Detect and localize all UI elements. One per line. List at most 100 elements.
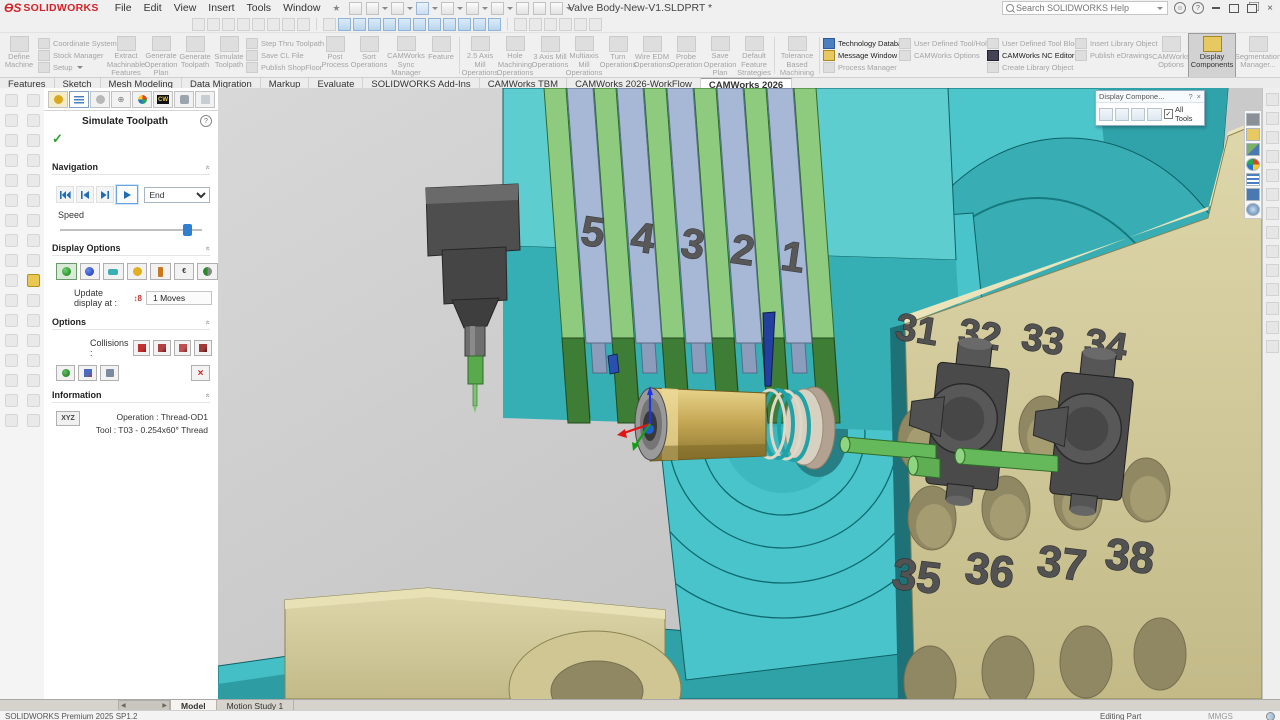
search-input[interactable] [1014, 2, 1156, 14]
menu-item[interactable]: View [168, 2, 203, 14]
stock-manager-button[interactable]: Stock Manager [38, 50, 108, 61]
display-options-section-header[interactable]: Display Options « [52, 243, 210, 256]
save-image-button[interactable] [100, 365, 119, 381]
sidebar-tool-icon[interactable] [5, 374, 18, 387]
new-document-icon[interactable] [366, 2, 379, 15]
user-defined-tool-holder-button[interactable]: User Defined Tool/Holder [899, 38, 987, 49]
simulate-toolpath-button[interactable]: Simulate Toolpath [212, 34, 246, 77]
globe-icon[interactable] [1266, 712, 1275, 720]
go-to-start-button[interactable] [56, 186, 74, 203]
sidebar-tool-icon[interactable] [5, 354, 18, 367]
generate-operation-plan-button[interactable]: Generate Operation Plan [144, 34, 178, 77]
step-forward-button[interactable] [96, 186, 114, 203]
file-properties-icon[interactable] [533, 2, 546, 15]
options-gear-icon[interactable] [550, 2, 563, 15]
xyz-button[interactable]: XYZ [56, 411, 80, 426]
minimize-button[interactable] [1210, 3, 1222, 14]
update-moves-value[interactable]: 1 Moves [146, 291, 212, 305]
view-orientation-icon[interactable] [383, 18, 396, 31]
toolbar-icon[interactable] [222, 18, 235, 31]
sidebar-tool-icon[interactable] [5, 234, 18, 247]
open-icon[interactable] [391, 2, 404, 15]
3-axis-mill-operations-button[interactable]: 3 Axis Mill Operations [533, 34, 567, 77]
task-pane-icon[interactable] [1266, 245, 1279, 258]
sidebar-tool-icon[interactable] [27, 194, 40, 207]
toolbar-icon[interactable] [514, 18, 527, 31]
task-pane-icon[interactable] [1266, 340, 1279, 353]
sidebar-tool-icon[interactable] [27, 234, 40, 247]
post-process-button[interactable]: Post Process [318, 34, 352, 77]
navigation-section-header[interactable]: Navigation « [52, 162, 210, 175]
sidebar-tool-icon[interactable] [27, 254, 40, 267]
sidebar-tool-icon[interactable] [5, 194, 18, 207]
toolbar-icon[interactable] [267, 18, 280, 31]
redo-icon[interactable] [491, 2, 504, 15]
segmentation-manager-button[interactable]: Segmentation Manager... [1235, 34, 1280, 77]
pin-icon[interactable]: ★ [332, 3, 340, 14]
menu-item[interactable]: Tools [241, 2, 278, 14]
ok-check-icon[interactable]: ✓ [44, 129, 218, 155]
camworks-tab[interactable]: CW [153, 91, 173, 108]
no-display-button[interactable] [127, 263, 148, 280]
speed-slider[interactable] [60, 222, 202, 236]
default-feature-strategies-button[interactable]: Default Feature Strategies [737, 34, 771, 77]
extract-machinable-features-button[interactable]: Extract Machinable Features [108, 34, 144, 77]
display-components-button[interactable]: Display Components [1189, 34, 1235, 77]
home-tab-icon[interactable] [1246, 188, 1260, 201]
tool-collision-button[interactable] [133, 340, 151, 356]
view-orientation-icon[interactable] [338, 18, 351, 31]
stock-shaded-button[interactable] [56, 263, 77, 280]
display-fixtures-icon[interactable] [1115, 108, 1129, 121]
sidebar-tool-icon[interactable] [5, 134, 18, 147]
target-part-button[interactable] [197, 263, 218, 280]
turn-operations-button[interactable]: Turn Operations [601, 34, 635, 77]
generate-toolpath-button[interactable]: Generate Toolpath [178, 34, 212, 77]
sidebar-tool-icon[interactable] [27, 394, 40, 407]
wire-edm-operations-button[interactable]: Wire EDM Operations [635, 34, 669, 77]
preview-tab-icon[interactable] [1246, 143, 1260, 156]
slider-thumb[interactable] [183, 224, 192, 236]
process-manager-button[interactable]: Process Manager [823, 62, 899, 73]
coordinate-system-button[interactable]: Coordinate System [38, 38, 108, 49]
user-account-icon[interactable]: ☺ [1174, 2, 1186, 14]
sidebar-tool-icon[interactable] [27, 214, 40, 227]
setup-button[interactable]: Setup [38, 62, 108, 73]
play-button[interactable] [116, 185, 139, 204]
toolbar-icon[interactable] [544, 18, 557, 31]
workpiece-valve-body[interactable] [617, 386, 835, 469]
operation-list-tab-icon[interactable] [1246, 173, 1260, 186]
panel-legend-tab[interactable] [132, 91, 152, 108]
task-pane-icon[interactable] [1266, 207, 1279, 220]
task-pane-icon[interactable] [1266, 112, 1279, 125]
toolbar-icon[interactable] [323, 18, 336, 31]
view-orientation-icon[interactable] [398, 18, 411, 31]
run-mode-dropdown[interactable]: End [144, 187, 210, 203]
sidebar-tool-icon[interactable] [27, 174, 40, 187]
sidebar-tool-icon[interactable] [27, 314, 40, 327]
close-button[interactable]: × [1264, 3, 1276, 14]
menu-item[interactable]: Window [277, 2, 326, 14]
panel-machine-tab[interactable] [174, 91, 194, 108]
sort-operations-button[interactable]: Sort Operations [352, 34, 386, 77]
sidebar-tool-icon[interactable] [27, 414, 40, 427]
camworks-sync-manager-button[interactable]: CAMWorks Sync Manager [386, 34, 426, 77]
task-pane-icon[interactable] [1266, 188, 1279, 201]
holder-collision-button[interactable] [153, 340, 171, 356]
task-pane-icon[interactable] [1266, 226, 1279, 239]
rebuild-icon[interactable] [516, 2, 529, 15]
stop-on-collision-button[interactable] [194, 340, 212, 356]
view-orientation-icon[interactable] [428, 18, 441, 31]
create-library-object-button[interactable]: Create Library Object [987, 62, 1075, 73]
sidebar-tool-icon[interactable] [5, 274, 18, 287]
save-cl-file-button[interactable]: Save CL File [246, 50, 318, 61]
sidebar-tool-icon[interactable] [5, 214, 18, 227]
tolerance-based-machining-button[interactable]: Tolerance Based Machining [778, 34, 816, 77]
toolbar-icon[interactable] [237, 18, 250, 31]
camworks-operation-tree-tab[interactable] [69, 91, 89, 108]
camworks-options-button[interactable]: CAMWorks Options [899, 50, 987, 61]
task-pane-icon[interactable] [1266, 150, 1279, 163]
menu-item[interactable]: Edit [138, 2, 168, 14]
toolbar-icon[interactable] [297, 18, 310, 31]
undo-icon[interactable] [466, 2, 479, 15]
tool-wireframe-button[interactable] [150, 263, 171, 280]
